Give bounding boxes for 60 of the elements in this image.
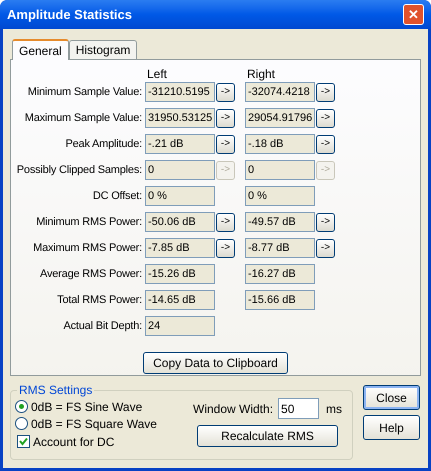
jump-button[interactable]: -> [316, 108, 335, 128]
radio-button[interactable] [15, 417, 28, 430]
copy-button[interactable]: Copy Data to Clipboard [143, 352, 288, 374]
jump-button[interactable]: -> [216, 82, 235, 102]
window-width-field[interactable]: 50 [278, 398, 320, 419]
row-label: Maximum RMS Power: [32, 240, 143, 256]
jump-button[interactable]: -> [316, 238, 335, 258]
field-label: Window Width: [193, 400, 274, 418]
close-button[interactable]: ✕ [403, 4, 424, 25]
column-header: Left [147, 66, 168, 82]
value-field: -32074.4218 [245, 82, 315, 102]
row-label: Average RMS Power: [39, 266, 143, 282]
row-label: Total RMS Power: [56, 292, 143, 308]
value-field: -15.66 dB [245, 290, 315, 310]
row-label: Actual Bit Depth: [62, 318, 143, 334]
value-field: -31210.5195 [145, 82, 215, 102]
radio-button[interactable] [15, 400, 28, 413]
value-field: -.18 dB [245, 134, 315, 154]
value-field: 0 [145, 160, 215, 180]
value-field: 31950.53125 [145, 108, 215, 128]
value-field: 0 % [145, 186, 215, 206]
jump-button[interactable]: -> [316, 82, 335, 102]
checkbox-label: Account for DC [33, 434, 114, 450]
jump-button[interactable]: -> [216, 108, 235, 128]
tab[interactable]: General [12, 39, 69, 60]
tab[interactable]: Histogram [68, 40, 138, 59]
jump-button[interactable]: -> [216, 134, 235, 154]
checkbox[interactable] [17, 435, 30, 448]
value-field: -8.77 dB [245, 238, 315, 258]
dialog-button[interactable]: Help [363, 415, 420, 440]
value-field: 29054.91796 [245, 108, 315, 128]
row-label: Peak Amplitude: [64, 136, 143, 152]
value-field: -50.06 dB [145, 212, 215, 232]
row-label: Maximum Sample Value: [24, 110, 143, 126]
value-field: -14.65 dB [145, 290, 215, 310]
value-field: -49.57 dB [245, 212, 315, 232]
jump-button[interactable]: -> [316, 212, 335, 232]
jump-button[interactable]: -> [216, 238, 235, 258]
value-field: -.21 dB [145, 134, 215, 154]
radio-label: 0dB = FS Sine Wave [31, 398, 142, 416]
unit-label: ms [326, 400, 342, 418]
value-field: 24 [145, 316, 215, 336]
column-header: Right [247, 66, 276, 82]
recalculate-button[interactable]: Recalculate RMS [197, 425, 338, 447]
window-title: Amplitude Statistics [7, 6, 133, 24]
value-field: 0 [245, 160, 315, 180]
value-field: -7.85 dB [145, 238, 215, 258]
dialog-button[interactable]: Close [363, 385, 420, 410]
check-icon [19, 437, 28, 446]
row-label: Minimum RMS Power: [35, 214, 143, 230]
row-label: Possibly Clipped Samples: [16, 162, 143, 178]
row-label: Minimum Sample Value: [26, 84, 143, 100]
value-field: 0 % [245, 186, 315, 206]
jump-button[interactable]: -> [316, 134, 335, 154]
value-field: -15.26 dB [145, 264, 215, 284]
radio-label: 0dB = FS Square Wave [31, 416, 157, 432]
value-field: -16.27 dB [245, 264, 315, 284]
row-label: DC Offset: [92, 188, 143, 204]
jump-button[interactable]: -> [216, 212, 235, 232]
group-title: RMS Settings [17, 383, 94, 397]
